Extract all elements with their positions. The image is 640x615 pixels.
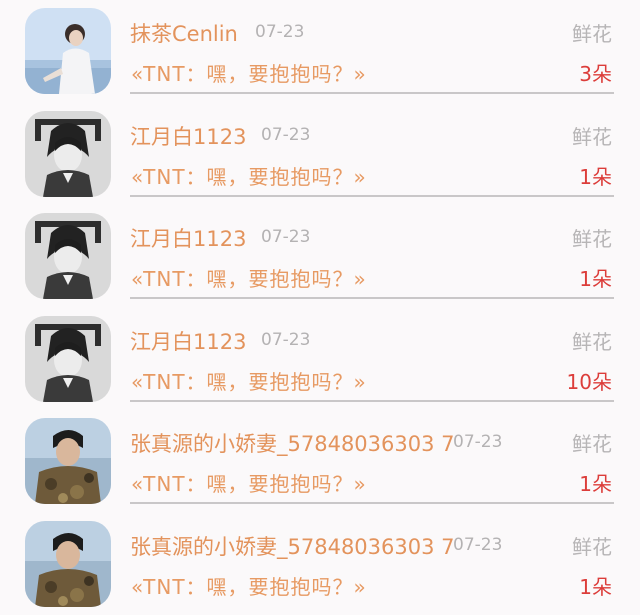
gift-count: 1朵 (579, 263, 612, 292)
gift-message: «TNT：嘿，要抱抱吗？» (131, 468, 367, 497)
sender-username[interactable]: 张真源的小娇妻_57848036303 7 (130, 428, 455, 458)
gift-record-row[interactable]: 张真源的小娇妻_57848036303 7 07-23 鲜花 «TNT：嘿，要抱… (0, 410, 640, 513)
gift-type-label: 鲜花 (572, 223, 612, 252)
gift-type-label: 鲜花 (572, 18, 612, 47)
gift-date: 07-23 (261, 125, 310, 145)
gift-type-label: 鲜花 (572, 428, 612, 457)
gift-count: 1朵 (579, 161, 612, 190)
gift-record-row[interactable]: 江月白1123 07-23 鲜花 «TNT：嘿，要抱抱吗？» 1朵 (0, 205, 640, 308)
row-divider (130, 502, 614, 504)
camo-boy-avatar[interactable] (25, 418, 111, 504)
gift-date: 07-23 (453, 432, 502, 452)
gift-count: 1朵 (579, 571, 612, 600)
gift-record-row[interactable]: 张真源的小娇妻_57848036303 7 07-23 鲜花 «TNT：嘿，要抱… (0, 513, 640, 615)
gift-record-row[interactable]: 抹茶Cenlin 07-23 鲜花 «TNT：嘿，要抱抱吗？» 3朵 (0, 0, 640, 103)
gift-message: «TNT：嘿，要抱抱吗？» (131, 58, 367, 87)
gift-message: «TNT：嘿，要抱抱吗？» (131, 366, 367, 395)
camo-boy-avatar[interactable] (25, 521, 111, 607)
gift-record-row[interactable]: 江月白1123 07-23 鲜花 «TNT：嘿，要抱抱吗？» 10朵 (0, 308, 640, 411)
gift-type-label: 鲜花 (572, 531, 612, 560)
gift-date: 07-23 (261, 227, 310, 247)
sender-username[interactable]: 江月白1123 (130, 223, 246, 253)
seaside-boy-avatar[interactable] (25, 8, 111, 94)
gift-type-label: 鲜花 (572, 121, 612, 150)
sender-username[interactable]: 江月白1123 (130, 326, 246, 356)
gift-message: «TNT：嘿，要抱抱吗？» (131, 571, 367, 600)
gift-message: «TNT：嘿，要抱抱吗？» (131, 263, 367, 292)
row-divider (130, 195, 614, 197)
gift-record-list: 抹茶Cenlin 07-23 鲜花 «TNT：嘿，要抱抱吗？» 3朵 江月白11… (0, 0, 640, 615)
gift-date: 07-23 (261, 330, 310, 350)
gift-count: 3朵 (579, 58, 612, 87)
sketch-boy-avatar[interactable] (25, 111, 111, 197)
gift-date: 07-23 (255, 22, 304, 42)
gift-date: 07-23 (453, 535, 502, 555)
sketch-boy-avatar[interactable] (25, 316, 111, 402)
row-divider (130, 92, 614, 94)
gift-type-label: 鲜花 (572, 326, 612, 355)
row-divider (130, 297, 614, 299)
gift-message: «TNT：嘿，要抱抱吗？» (131, 161, 367, 190)
sketch-boy-avatar[interactable] (25, 213, 111, 299)
gift-count: 10朵 (567, 366, 612, 395)
sender-username[interactable]: 张真源的小娇妻_57848036303 7 (130, 531, 455, 561)
sender-username[interactable]: 抹茶Cenlin (130, 18, 238, 48)
gift-record-row[interactable]: 江月白1123 07-23 鲜花 «TNT：嘿，要抱抱吗？» 1朵 (0, 103, 640, 206)
row-divider (130, 400, 614, 402)
sender-username[interactable]: 江月白1123 (130, 121, 246, 151)
gift-count: 1朵 (579, 468, 612, 497)
